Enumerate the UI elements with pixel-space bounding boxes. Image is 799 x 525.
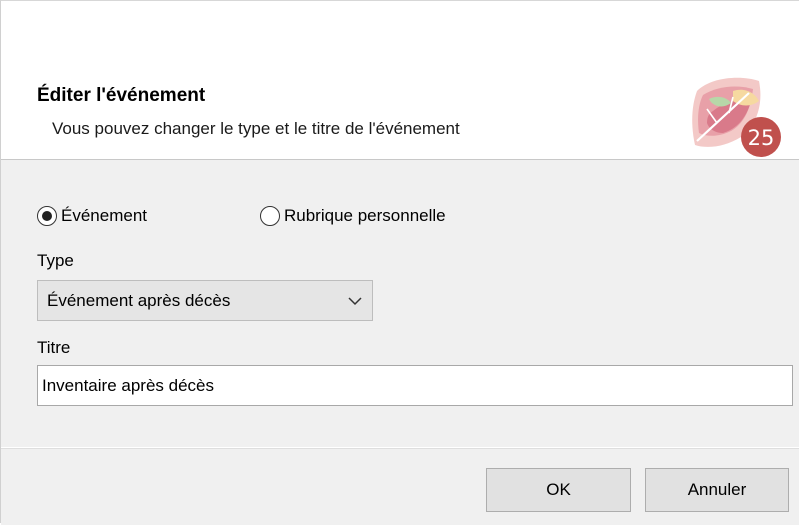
radio-evenement[interactable]: Événement (37, 202, 147, 230)
type-label: Type (37, 251, 74, 270)
radio-checked-icon (37, 206, 57, 226)
radio-rubrique-label: Rubrique personnelle (284, 206, 446, 225)
radio-rubrique-personnelle[interactable]: Rubrique personnelle (260, 202, 446, 230)
app-logo-icon: 25 (692, 77, 781, 157)
dialog-header: Éditer l'événement Vous pouvez changer l… (1, 1, 799, 160)
type-selected-value: Événement après décès (47, 290, 231, 310)
edit-event-dialog: Éditer l'événement Vous pouvez changer l… (0, 0, 799, 525)
title-label: Titre (37, 338, 71, 357)
dialog-title: Éditer l'événement (37, 85, 206, 106)
chevron-down-icon (348, 296, 362, 305)
title-input[interactable]: Inventaire après décès (37, 365, 793, 406)
type-dropdown[interactable]: Événement après décès (37, 280, 373, 321)
dialog-subtitle: Vous pouvez changer le type et le titre … (52, 119, 460, 138)
cancel-button[interactable]: Annuler (645, 468, 789, 512)
radio-evenement-label: Événement (61, 206, 147, 225)
ok-button[interactable]: OK (486, 468, 631, 512)
radio-unchecked-icon (260, 206, 280, 226)
logo-badge-text: 25 (748, 126, 775, 150)
